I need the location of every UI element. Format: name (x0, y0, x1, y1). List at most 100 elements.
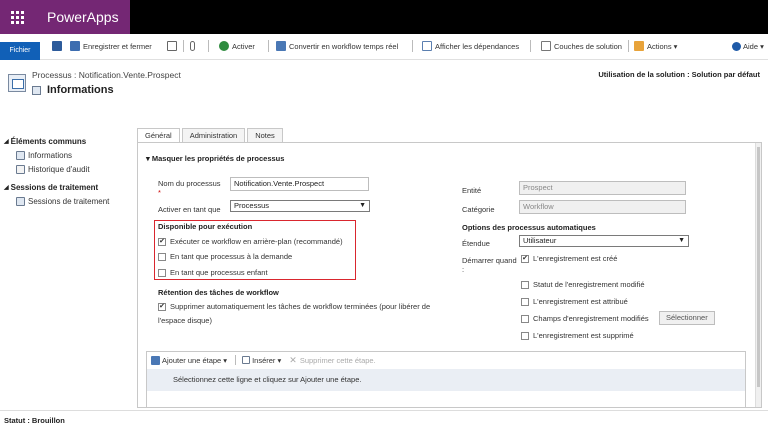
layers-label: Couches de solution (554, 41, 622, 51)
print-icon (167, 41, 177, 51)
dependencies-button[interactable]: Afficher les dépendances (422, 39, 519, 53)
actions-menu[interactable]: Actions ▾ (634, 39, 677, 53)
checkbox[interactable] (521, 331, 529, 340)
tab-general[interactable]: Général (137, 128, 180, 143)
layers-icon (541, 41, 551, 51)
category-field: Workflow (519, 200, 686, 214)
checkbox[interactable] (521, 280, 529, 289)
checkbox[interactable] (158, 268, 166, 277)
auto-delete-option[interactable]: ✔ Supprimer automatiquement les tâches d… (158, 302, 430, 311)
activate-as-select[interactable]: Processus ▼ (230, 200, 370, 212)
audit-icon (16, 164, 25, 174)
collapse-icon: ◢ (4, 138, 9, 145)
category-label: Catégorie (462, 205, 495, 214)
informations-icon (16, 150, 25, 160)
collapse-icon: ◢ (4, 184, 9, 191)
trigger-fields-changed[interactable]: Champs d'enregistrement modifiés (521, 314, 649, 323)
insert-button[interactable]: Insérer ▾ (242, 356, 281, 365)
process-icon (8, 74, 26, 92)
retention-title: Rétention des tâches de workflow (158, 288, 279, 297)
help-menu[interactable]: Aide ▾ (732, 39, 764, 53)
activate-as-label: Activer en tant que (158, 205, 221, 214)
trigger-status-changed[interactable]: Statut de l'enregistrement modifié (521, 280, 645, 289)
select-fields-button[interactable]: Sélectionner (659, 311, 715, 325)
attach-button[interactable] (190, 39, 198, 53)
save-icon-button[interactable] (52, 39, 65, 53)
waffle-icon (10, 10, 24, 24)
form-tabs: Général Administration Notes (137, 128, 285, 143)
activate-button[interactable]: Activer (219, 39, 255, 53)
file-button[interactable]: Fichier (0, 42, 40, 60)
run-background-option[interactable]: ✔ Exécuter ce workflow en arrière-plan (… (158, 237, 343, 246)
form-selector-icon[interactable] (32, 85, 41, 95)
left-nav: ◢ Éléments communs Informations Historiq… (0, 134, 130, 208)
entity-label: Entité (462, 186, 482, 195)
checkbox[interactable]: ✔ (158, 237, 166, 246)
top-bar: PowerApps (0, 0, 768, 34)
tab-administration[interactable]: Administration (181, 128, 246, 142)
entity-field: Prospect (519, 181, 686, 195)
solution-layers-button[interactable]: Couches de solution (541, 39, 622, 53)
process-name-field[interactable]: Notification.Vente.Prospect (230, 177, 369, 191)
tab-notes[interactable]: Notes (247, 128, 283, 142)
insert-icon (242, 356, 251, 364)
page-title: Informations (32, 84, 114, 96)
steps-toolbar: Ajouter une étape ▾ Insérer ▾ ✕ Supprime… (147, 352, 745, 368)
help-icon (732, 41, 741, 51)
collapse-icon: ▾ (146, 154, 150, 163)
trigger-created[interactable]: ✔ L'enregistrement est créé (521, 254, 617, 263)
trigger-deleted[interactable]: L'enregistrement est supprimé (521, 331, 634, 340)
checkbox[interactable] (158, 252, 166, 261)
dropdown-arrow-icon: ▼ (359, 202, 366, 209)
dropdown-arrow-icon: ▼ (678, 237, 685, 244)
scope-select[interactable]: Utilisateur ▼ (519, 235, 689, 247)
delete-icon: ✕ (289, 354, 297, 365)
on-demand-option[interactable]: En tant que processus à la demande (158, 252, 292, 261)
form-scrollbar[interactable] (755, 143, 761, 407)
checkbox[interactable]: ✔ (158, 302, 166, 311)
section-toggle[interactable]: ▾ Masquer les propriétés de processus (146, 154, 284, 163)
checkbox[interactable] (521, 314, 529, 323)
auto-delete-continuation: l'espace disque) (158, 316, 212, 325)
auto-options-title: Options des processus automatiques (462, 223, 596, 232)
dependencies-icon (422, 41, 432, 51)
scope-label: Étendue (462, 239, 490, 248)
nav-item-audit[interactable]: Historique d'audit (0, 162, 130, 176)
form-panel: ▾ Masquer les propriétés de processus No… (137, 142, 762, 408)
add-step-icon (151, 355, 160, 365)
sessions-icon (16, 196, 25, 206)
nav-item-sessions[interactable]: Sessions de traitement (0, 194, 130, 208)
print-button[interactable] (167, 39, 180, 53)
process-name-label: Nom du processus * (158, 179, 221, 197)
save-close-icon (70, 41, 80, 51)
available-title: Disponible pour exécution (158, 222, 253, 231)
app-launcher-button[interactable] (0, 0, 34, 34)
paperclip-icon (190, 41, 195, 51)
convert-label: Convertir en workflow temps réel (289, 41, 399, 51)
dependencies-label: Afficher les dépendances (435, 41, 520, 51)
nav-item-informations[interactable]: Informations (0, 148, 130, 162)
steps-hint-row[interactable]: Sélectionnez cette ligne et cliquez sur … (147, 369, 745, 391)
checkbox[interactable]: ✔ (521, 254, 529, 263)
actions-label: Actions ▾ (647, 41, 678, 51)
command-bar: Fichier Enregistrer et fermer Activer Co… (0, 34, 768, 60)
activate-label: Activer (232, 41, 255, 51)
convert-icon (276, 41, 286, 51)
delete-step-button[interactable]: ✕ Supprimer cette étape. (289, 355, 375, 366)
actions-icon (634, 41, 644, 51)
solution-usage: Utilisation de la solution : Solution pa… (598, 70, 760, 79)
convert-button[interactable]: Convertir en workflow temps réel (276, 39, 398, 53)
checkbox[interactable] (521, 297, 529, 306)
nav-group-sessions[interactable]: ◢ Sessions de traitement (0, 180, 130, 194)
nav-group-common[interactable]: ◢ Éléments communs (0, 134, 130, 148)
add-step-button[interactable]: Ajouter une étape ▾ (151, 355, 227, 365)
save-close-button[interactable]: Enregistrer et fermer (70, 39, 152, 53)
page-title-label: Informations (47, 84, 114, 96)
status-bar: Statut : Brouillon (0, 410, 768, 432)
trigger-assigned[interactable]: L'enregistrement est attribué (521, 297, 628, 306)
start-when-label: Démarrer quand: (462, 256, 517, 274)
child-process-option[interactable]: En tant que processus enfant (158, 268, 268, 277)
app-name[interactable]: PowerApps (34, 0, 130, 34)
process-caption: Processus : Notification.Vente.Prospect (32, 70, 181, 80)
activate-icon (219, 41, 229, 51)
